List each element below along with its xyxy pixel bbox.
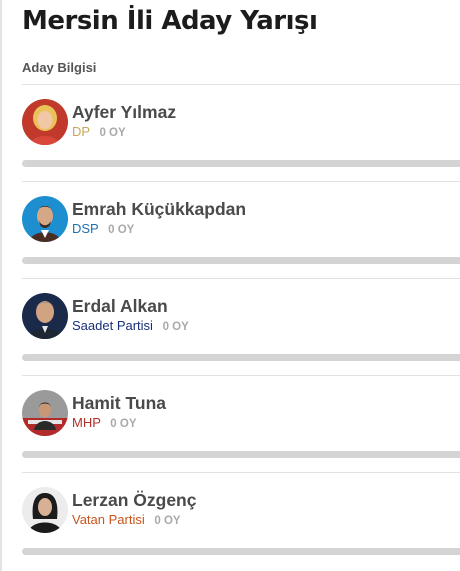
candidate-avatar xyxy=(22,99,68,145)
candidate-avatar xyxy=(22,196,68,242)
candidate-votes: 0 OY xyxy=(99,127,126,139)
page-title: Mersin İli Aday Yarışı xyxy=(22,6,318,36)
candidate-meta: DP 0 OY xyxy=(72,124,126,139)
avatar-photo-icon xyxy=(22,390,68,436)
candidate-party: Saadet Partisi xyxy=(72,318,153,333)
avatar-photo-icon xyxy=(22,487,68,533)
avatar-photo-icon xyxy=(22,293,68,339)
avatar-photo-icon xyxy=(22,196,68,242)
candidate-votes: 0 OY xyxy=(154,515,181,527)
candidate-party: DP xyxy=(72,124,90,139)
election-widget: Mersin İli Aday Yarışı Aday Bilgisi Ayfe… xyxy=(0,0,460,571)
divider xyxy=(22,181,460,182)
candidate-card[interactable]: Lerzan Özgenç Vatan Partisi 0 OY xyxy=(22,487,460,567)
candidate-votes: 0 OY xyxy=(110,418,137,430)
candidate-name: Hamit Tuna xyxy=(72,393,166,413)
vote-bar xyxy=(22,548,460,555)
candidate-meta: Saadet Partisi 0 OY xyxy=(72,318,189,333)
vote-bar xyxy=(22,451,460,458)
candidate-meta: Vatan Partisi 0 OY xyxy=(72,512,181,527)
vote-bar xyxy=(22,160,460,167)
candidate-card[interactable]: Ayfer Yılmaz DP 0 OY xyxy=(22,99,460,179)
candidate-name: Lerzan Özgenç xyxy=(72,490,197,510)
candidate-card[interactable]: Erdal Alkan Saadet Partisi 0 OY xyxy=(22,293,460,373)
candidate-name: Erdal Alkan xyxy=(72,296,168,316)
candidate-party: Vatan Partisi xyxy=(72,512,145,527)
candidate-votes: 0 OY xyxy=(108,224,135,236)
candidate-meta: MHP 0 OY xyxy=(72,415,137,430)
candidate-votes: 0 OY xyxy=(162,321,189,333)
vote-bar xyxy=(22,257,460,264)
candidate-avatar xyxy=(22,390,68,436)
candidate-name: Emrah Küçükkapdan xyxy=(72,199,247,219)
avatar-photo-icon xyxy=(22,99,68,145)
candidate-card[interactable]: Hamit Tuna MHP 0 OY xyxy=(22,390,460,470)
candidate-avatar xyxy=(22,487,68,533)
divider xyxy=(22,278,460,279)
candidate-avatar xyxy=(22,293,68,339)
divider xyxy=(22,84,460,85)
candidate-card[interactable]: Emrah Küçükkapdan DSP 0 OY xyxy=(22,196,460,276)
divider xyxy=(22,375,460,376)
divider xyxy=(22,472,460,473)
candidate-name: Ayfer Yılmaz xyxy=(72,102,177,122)
section-label: Aday Bilgisi xyxy=(22,60,97,75)
candidate-meta: DSP 0 OY xyxy=(72,221,134,236)
vote-bar xyxy=(22,354,460,361)
candidate-party: DSP xyxy=(72,221,99,236)
candidate-party: MHP xyxy=(72,415,101,430)
